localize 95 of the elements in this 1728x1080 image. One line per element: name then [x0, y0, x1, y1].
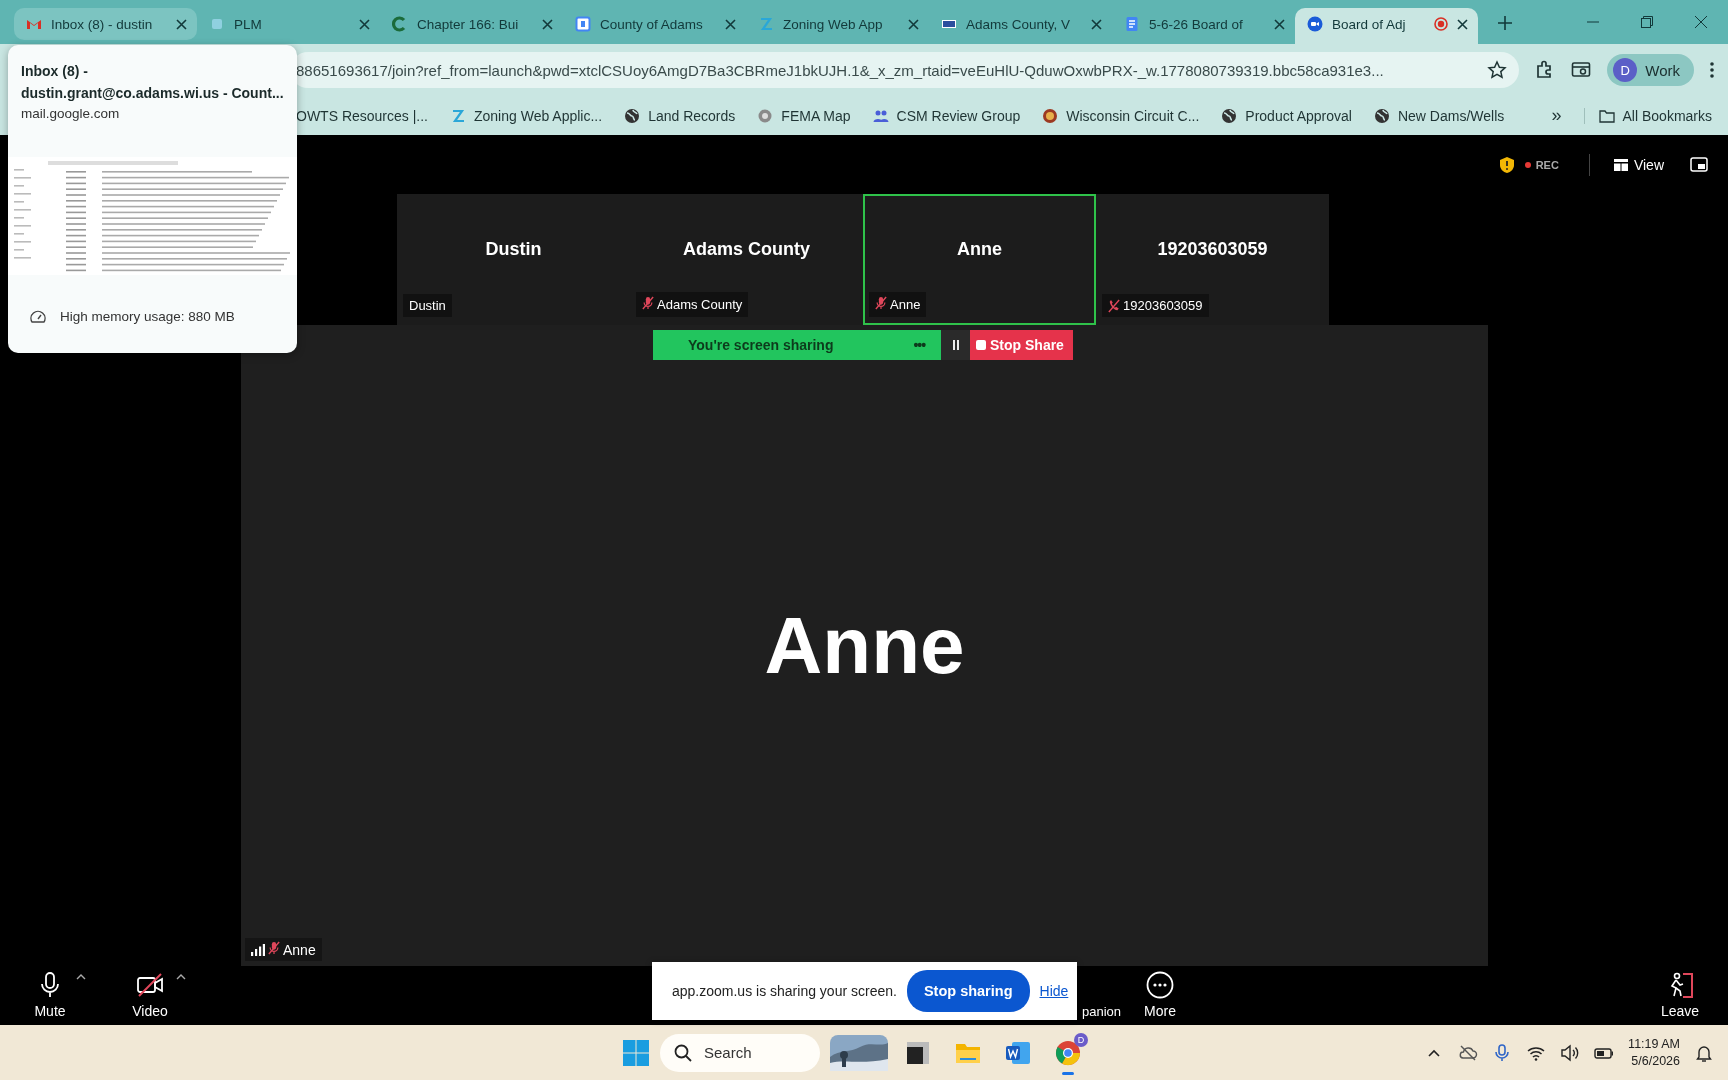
close-icon[interactable]: [359, 18, 370, 30]
close-icon[interactable]: [542, 18, 553, 30]
close-icon[interactable]: [1091, 18, 1102, 30]
name-label: Adams County: [636, 292, 749, 317]
browser-icon: [1054, 1038, 1082, 1067]
pause-button[interactable]: [941, 330, 970, 360]
mute-button[interactable]: Mute: [0, 971, 100, 1019]
folder-icon: [1598, 107, 1615, 124]
browser-tab[interactable]: 5-6-26 Board of: [1112, 8, 1295, 44]
swirl-icon: [758, 16, 774, 32]
page-icon: [209, 16, 225, 32]
signal-icon: [251, 943, 265, 956]
close-icon[interactable]: [1274, 18, 1285, 30]
bookmark-item[interactable]: Zoning Web Applic...: [450, 107, 603, 124]
sharing-banner: You're screen sharing •••: [653, 330, 941, 360]
browser-tab[interactable]: Board of Adj: [1295, 8, 1478, 44]
letter-c-icon: [392, 16, 408, 32]
profile-badge: D: [1074, 1032, 1088, 1047]
taskbar-app[interactable]: D: [1048, 1032, 1088, 1073]
all-bookmarks-button[interactable]: All Bookmarks: [1583, 107, 1728, 124]
camera-off-icon: [136, 971, 164, 999]
browser-tab[interactable]: Inbox (8) - dustin: [14, 8, 197, 40]
close-icon[interactable]: [1457, 18, 1468, 30]
volume-icon[interactable]: [1560, 1042, 1581, 1063]
participant-tile[interactable]: Anne Anne: [863, 194, 1096, 325]
participant-tile[interactable]: 19203603059 19203603059: [1096, 194, 1329, 325]
name-label: Anne: [245, 938, 322, 961]
bookmark-item[interactable]: New Dams/Wells: [1373, 107, 1505, 124]
preview-title: Inbox (8) -: [21, 62, 89, 81]
stop-share-button[interactable]: Stop Share: [970, 330, 1073, 360]
search-icon: [674, 1043, 692, 1062]
globe-icon: [1221, 107, 1238, 124]
bookmark-item[interactable]: OWTS Resources |...: [296, 107, 428, 124]
preview-domain: mail.google.com: [20, 105, 121, 123]
close-icon[interactable]: [908, 18, 919, 30]
tab-search-icon[interactable]: [1571, 60, 1592, 80]
name-label: 19203603059: [1102, 294, 1209, 317]
globe-icon: [1373, 107, 1390, 124]
muted-mic-icon: [642, 296, 654, 310]
caret-icon[interactable]: [176, 973, 186, 980]
participant-name: Anne: [957, 239, 1002, 260]
participant-tile[interactable]: Adams County Adams County: [630, 194, 863, 325]
leave-button[interactable]: Leave: [1632, 971, 1728, 1019]
pause-icon: [950, 340, 961, 350]
more-bookmarks-button[interactable]: »: [1551, 105, 1562, 126]
clock[interactable]: 11:19 AM 5/6/2026: [1628, 1035, 1680, 1070]
close-icon[interactable]: [725, 18, 736, 30]
toolbar-label: panion: [1082, 1004, 1123, 1019]
memory-usage: High memory usage: 880 MB: [8, 295, 297, 338]
recording-indicator: REC: [1524, 158, 1559, 171]
picture-in-picture-icon[interactable]: [1690, 156, 1708, 173]
start-icon[interactable]: [622, 1038, 650, 1067]
menu-icon[interactable]: [1710, 61, 1714, 79]
bookmark-item[interactable]: Product Approval: [1221, 107, 1352, 124]
calendar-icon: [575, 16, 591, 32]
preview-title: dustin.grant@co.adams.wi.us - Count...: [21, 84, 283, 103]
star-icon[interactable]: [1487, 60, 1508, 80]
more-button[interactable]: More: [1123, 971, 1197, 1019]
browser-tab[interactable]: County of Adams: [563, 8, 746, 44]
video-call-icon: [1307, 16, 1323, 32]
profile-button[interactable]: D Work: [1607, 54, 1694, 86]
video-button[interactable]: Video: [100, 971, 200, 1019]
stop-sharing-button[interactable]: Stop sharing: [906, 970, 1030, 1012]
browser-tab[interactable]: PLM: [197, 8, 380, 44]
caret-icon[interactable]: [76, 973, 86, 980]
shield-icon[interactable]: [1498, 155, 1515, 174]
browser-tab[interactable]: Zoning Web App: [746, 8, 929, 44]
more-icon: [1146, 971, 1174, 999]
browser-tab[interactable]: Adams County, V: [929, 8, 1112, 44]
participant-name: Dustin: [485, 239, 542, 260]
sharing-message: app.zoom.us is sharing your screen.: [672, 983, 897, 999]
bookmark-item[interactable]: FEMA Map: [757, 107, 851, 124]
search-field[interactable]: Search: [660, 1033, 820, 1072]
emblem-icon: [757, 107, 774, 124]
view-button[interactable]: View: [1613, 156, 1664, 173]
globe-icon: [624, 107, 641, 124]
participant-tile[interactable]: Dustin Dustin: [397, 194, 630, 325]
speaker-name: Anne: [764, 599, 965, 692]
new-tab-icon[interactable]: [1498, 16, 1512, 30]
name-label: Anne: [869, 292, 927, 317]
participant-name: Adams County: [683, 239, 810, 260]
bookmark-item[interactable]: CSM Review Group: [872, 107, 1021, 124]
name-label: Dustin: [403, 294, 452, 317]
muted-mic-icon: [268, 941, 280, 955]
bookmark-item[interactable]: Land Records: [624, 107, 736, 124]
document-icon: [1124, 16, 1140, 32]
grid-icon: [1613, 158, 1628, 171]
close-icon[interactable]: [176, 18, 187, 30]
participant-name: 19203603059: [1157, 239, 1268, 260]
bookmark-item[interactable]: Wisconsin Circuit C...: [1042, 107, 1200, 124]
muted-mic-icon: [875, 296, 887, 310]
hide-link[interactable]: Hide: [1039, 983, 1069, 999]
browser-tab[interactable]: Chapter 166: Bui: [380, 8, 563, 44]
gauge-icon: [30, 309, 46, 324]
swirl-icon: [450, 107, 466, 124]
